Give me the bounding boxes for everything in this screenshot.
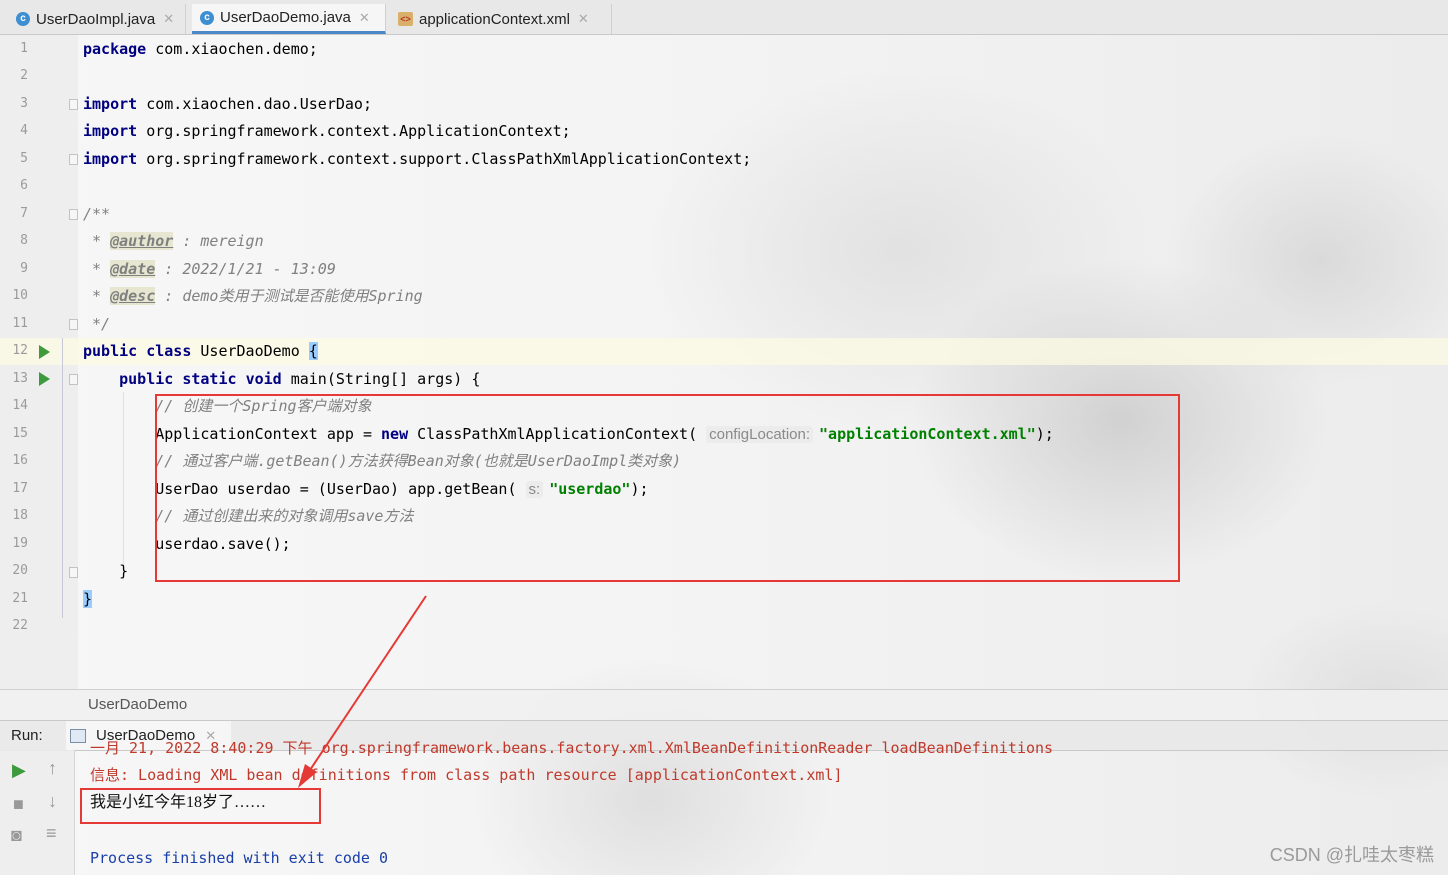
fold-icon[interactable] — [69, 374, 78, 385]
line-number: 12 — [12, 343, 28, 358]
code-line-11[interactable]: */ — [83, 311, 110, 338]
line-number: 20 — [12, 563, 28, 578]
fold-icon[interactable] — [69, 319, 78, 330]
run-config-icon — [70, 728, 86, 743]
code-line-10[interactable]: * @desc : demo类用于测试是否能使用Spring — [83, 283, 423, 310]
console-process-line: Process finished with exit code 0 — [90, 849, 389, 867]
java-class-icon: c — [200, 10, 214, 25]
stop-icon[interactable]: ■ — [13, 794, 24, 815]
line-number: 21 — [12, 591, 28, 606]
line-number: 8 — [20, 233, 28, 248]
java-class-icon: c — [16, 12, 30, 26]
tab-userdaodemo[interactable]: c UserDaoDemo.java ✕ — [192, 4, 386, 34]
line-number: 9 — [20, 261, 28, 276]
close-icon[interactable]: ✕ — [578, 11, 589, 27]
run-class-icon[interactable] — [39, 345, 50, 359]
code-line-3[interactable]: import com.xiaochen.dao.UserDao; — [83, 91, 372, 118]
fold-icon[interactable] — [69, 567, 78, 578]
run-main-icon[interactable] — [39, 372, 50, 386]
code-line-20[interactable]: } — [83, 558, 128, 585]
line-number: 6 — [20, 178, 28, 193]
soft-wrap-icon[interactable]: ≡ — [46, 823, 57, 844]
code-line-12[interactable]: public class UserDaoDemo { — [83, 338, 318, 365]
code-line-9[interactable]: * @date : 2022/1/21 - 13:09 — [83, 256, 336, 283]
tab-label: UserDaoImpl.java — [36, 10, 156, 28]
line-number: 18 — [12, 508, 28, 523]
down-arrow-icon[interactable]: ↓ — [48, 791, 57, 812]
close-icon[interactable]: ✕ — [359, 10, 370, 26]
camera-icon[interactable]: ◙ — [11, 825, 22, 846]
breadcrumb: UserDaoDemo — [0, 689, 1448, 721]
line-number: 4 — [20, 123, 28, 138]
run-toolbar: ▶ ↑ ■ ↓ ◙ ≡ — [0, 750, 75, 875]
code-line-5[interactable]: import org.springframework.context.suppo… — [83, 146, 751, 173]
console-line-partial: 一月 21, 2022 8:40:29 下午 org.springframewo… — [90, 739, 1054, 757]
fold-icon[interactable] — [69, 99, 78, 110]
up-arrow-icon[interactable]: ↑ — [48, 758, 57, 779]
line-number: 7 — [20, 206, 28, 221]
close-icon[interactable]: ✕ — [163, 11, 174, 27]
line-number: 13 — [12, 371, 28, 386]
annotation-box-code — [155, 394, 1180, 582]
breadcrumb-item[interactable]: UserDaoDemo — [88, 696, 187, 713]
tab-userdaoimpl[interactable]: c UserDaoImpl.java ✕ — [8, 4, 186, 34]
rerun-icon[interactable]: ▶ — [12, 760, 26, 781]
code-line-21[interactable]: } — [83, 586, 93, 613]
line-number: 5 — [20, 151, 28, 166]
xml-file-icon: <> — [398, 12, 413, 26]
code-line-1[interactable]: package com.xiaochen.demo; — [83, 36, 318, 63]
watermark: CSDN @扎哇太枣糕 — [1269, 845, 1434, 865]
fold-icon[interactable] — [69, 154, 78, 165]
line-number: 11 — [12, 316, 28, 331]
line-number: 1 — [20, 41, 28, 56]
code-line-8[interactable]: * @author : mereign — [83, 228, 264, 255]
line-number: 22 — [12, 618, 28, 633]
tab-label: UserDaoDemo.java — [220, 9, 351, 26]
line-number: 15 — [12, 426, 28, 441]
method-separator-line — [62, 338, 63, 618]
line-number: 10 — [12, 288, 28, 303]
line-number: 16 — [12, 453, 28, 468]
run-label: Run: — [11, 727, 43, 744]
code-line-7[interactable]: /** — [83, 201, 110, 228]
line-number: 19 — [12, 536, 28, 551]
line-number: 3 — [20, 96, 28, 111]
fold-icon[interactable] — [69, 209, 78, 220]
tab-label: applicationContext.xml — [419, 10, 570, 28]
console-info-line: 信息: Loading XML bean definitions from cl… — [90, 766, 843, 784]
code-line-13[interactable]: public static void main(String[] args) { — [83, 366, 480, 393]
code-line-4[interactable]: import org.springframework.context.Appli… — [83, 118, 571, 145]
annotation-box-output — [80, 788, 321, 824]
line-number: 17 — [12, 481, 28, 496]
line-number: 2 — [20, 68, 28, 83]
line-number: 14 — [12, 398, 28, 413]
editor-tab-bar: c UserDaoImpl.java ✕ c UserDaoDemo.java … — [0, 0, 1448, 35]
tab-applicationcontext[interactable]: <> applicationContext.xml ✕ — [390, 4, 612, 34]
